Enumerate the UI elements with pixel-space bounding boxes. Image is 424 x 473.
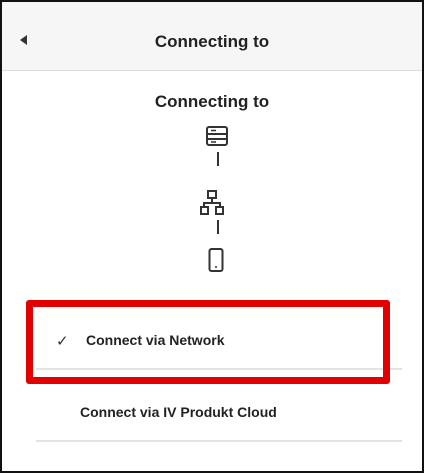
smartphone-icon bbox=[208, 248, 224, 272]
option-connect-via-cloud[interactable]: Connect via IV Produkt Cloud bbox=[36, 382, 402, 442]
option-label: Connect via IV Produkt Cloud bbox=[80, 404, 277, 420]
network-icon bbox=[200, 190, 224, 215]
option-label: Connect via Network bbox=[86, 332, 225, 348]
page-title: Connecting to bbox=[154, 32, 270, 51]
app-frame: Connecting to Connecting to ✓ Connect vi… bbox=[0, 0, 424, 473]
server-icon bbox=[206, 126, 228, 146]
section-title: Connecting to bbox=[154, 92, 270, 111]
header-bar: Connecting to bbox=[2, 2, 422, 71]
connector-line bbox=[217, 220, 219, 234]
checkmark-icon: ✓ bbox=[56, 333, 69, 350]
connector-line bbox=[217, 152, 219, 166]
option-connect-via-network[interactable]: ✓ Connect via Network bbox=[36, 310, 402, 370]
